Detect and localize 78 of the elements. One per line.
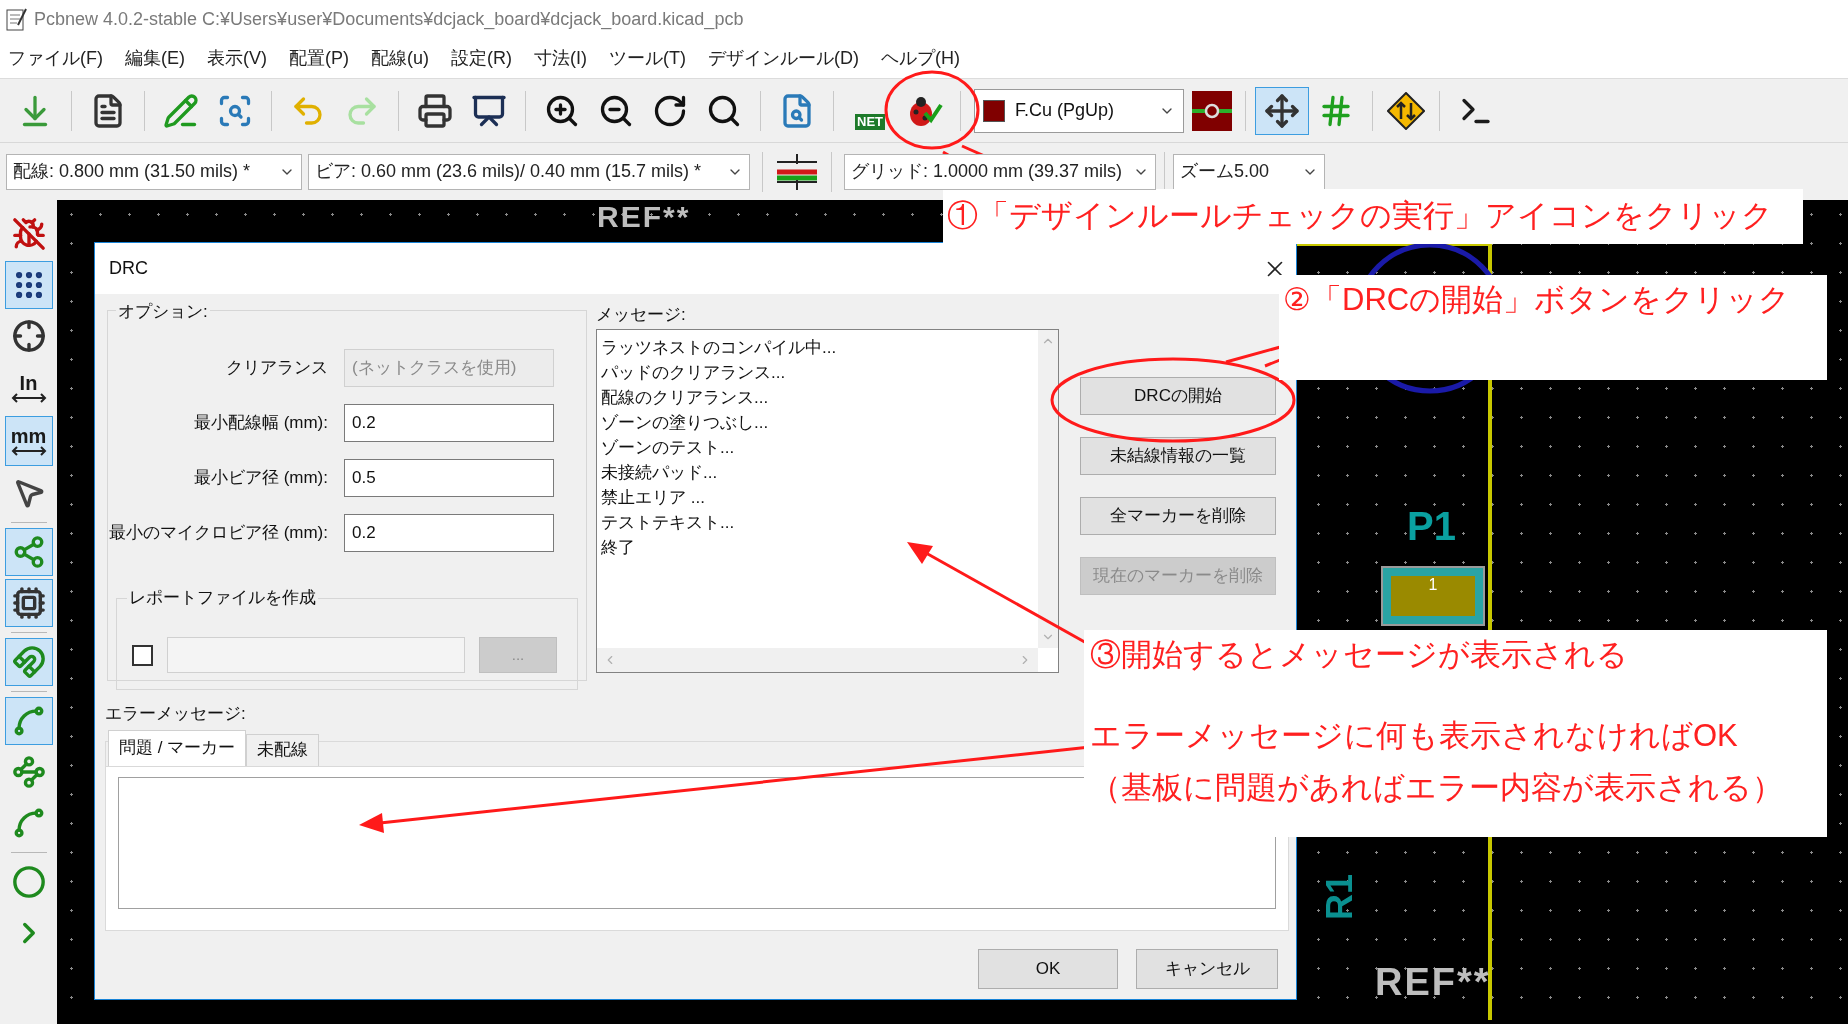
- message-line: ラッツネストのコンパイル中...: [601, 337, 838, 359]
- dialog-button[interactable]: DRCの開始: [1080, 377, 1276, 415]
- component-label: R1: [1318, 874, 1361, 920]
- layer-dropdown[interactable]: F.Cu (PgUp): [974, 88, 1184, 133]
- app-icon: [6, 7, 28, 31]
- dialog-title: DRC: [109, 257, 148, 280]
- messages-label: メッセージ:: [596, 304, 687, 326]
- menu-item[interactable]: ファイル(F): [8, 44, 103, 72]
- tab[interactable]: 未配線: [246, 733, 320, 766]
- cancel-button[interactable]: キャンセル: [1136, 948, 1278, 989]
- message-line: 禁止エリア ...: [601, 487, 706, 509]
- field-label: 最小配線幅 (mm):: [192, 412, 329, 435]
- menu-item[interactable]: 編集(E): [125, 44, 185, 72]
- move-arrows-icon: [1264, 92, 1300, 129]
- layer-name: F.Cu (PgUp): [1015, 99, 1116, 122]
- diamond-arrows-icon: [1387, 91, 1425, 130]
- message-line: ゾーンの塗りつぶし...: [601, 412, 770, 434]
- magnet-icon: [11, 645, 46, 679]
- track-width-dropdown[interactable]: 配線: 0.800 mm (31.50 mils) *: [6, 153, 302, 190]
- message-line: 終了: [601, 537, 636, 559]
- circle-icon: [11, 865, 46, 899]
- annotation-text: （基板に問題があればエラー内容が表示される）: [1090, 769, 1784, 807]
- menu-item[interactable]: ヘルプ(H): [880, 44, 960, 72]
- layer-pair-icon: [1192, 90, 1232, 131]
- pencil-icon: [163, 92, 199, 129]
- annotation-text: ①「デザインルールチェックの実行」アイコンをクリック: [947, 197, 1773, 236]
- units-button[interactable]: mm: [4, 416, 53, 466]
- annotation-text: ③開始するとメッセージが表示される: [1090, 636, 1629, 674]
- move-arrows-button[interactable]: [1255, 86, 1309, 135]
- file-path-field[interactable]: [167, 637, 465, 673]
- bug-off-icon: [11, 217, 46, 251]
- dialog-button[interactable]: 未結線情報の一覧: [1080, 437, 1276, 475]
- field-label: クリアランス: [225, 357, 329, 380]
- track-clearance-icon[interactable]: [775, 151, 819, 192]
- number-field[interactable]: 0.5: [344, 459, 554, 497]
- ratsnest-button[interactable]: [4, 528, 53, 576]
- grid-dropdown[interactable]: グリッド: 1.0000 mm (39.37 mils): [844, 153, 1156, 190]
- double-arrow-icon: [10, 393, 47, 403]
- menu-item[interactable]: 配線(u): [371, 44, 429, 72]
- via-size-dropdown[interactable]: ビア: 0.60 mm (23.6 mils)/ 0.40 mm (15.7 mils) *: [308, 153, 750, 190]
- message-line: ゾーンのテスト...: [601, 437, 736, 459]
- polar-axes-icon: [11, 319, 46, 353]
- track-button[interactable]: [4, 697, 53, 745]
- message-line: パッドのクリアランス...: [601, 362, 787, 384]
- pad-number: 1: [1428, 576, 1438, 594]
- menu-item[interactable]: デザインルール(D): [707, 44, 859, 72]
- field-label: 最小のマイクロビア径 (mm):: [108, 522, 329, 545]
- double-arrow-icon: [10, 446, 47, 456]
- window-title: Pcbnew 4.0.2-stable C:¥Users¥user¥Documents¥dcjack_board¥dcjack_board.kicad_pcb: [34, 7, 744, 32]
- menu-item[interactable]: ツール(T): [609, 44, 686, 72]
- reference-label: REF**: [597, 200, 691, 234]
- menu-item[interactable]: 表示(V): [207, 44, 267, 72]
- message-line: 未接続パッド...: [601, 462, 719, 484]
- menu-item[interactable]: 設定(R): [451, 44, 512, 72]
- chip-button[interactable]: [4, 579, 53, 627]
- netlist-button[interactable]: NET: [843, 86, 897, 135]
- track-outline-icon: [11, 755, 46, 789]
- tab[interactable]: 問題 / マーカー: [108, 729, 247, 766]
- annotation-text: エラーメッセージに何も表示されなければOK: [1090, 716, 1739, 755]
- annotation-text: ②「DRCの開始」ボタンをクリック: [1283, 282, 1791, 317]
- number-field[interactable]: 0.2: [344, 514, 554, 552]
- chip-icon: [11, 586, 46, 620]
- message-line: 配線のクリアランス...: [601, 387, 770, 409]
- message-line: テストテキスト...: [601, 512, 736, 534]
- field-label: 最小ビア径 (mm):: [192, 467, 329, 490]
- number-field[interactable]: 0.2: [344, 404, 554, 442]
- print-icon: [417, 92, 453, 129]
- dialog-button[interactable]: 全マーカーを削除: [1080, 497, 1276, 535]
- magnet-button[interactable]: [4, 638, 53, 686]
- error-messages-label: エラーメッセージ:: [105, 703, 247, 725]
- grid-dots-button[interactable]: [4, 261, 53, 309]
- units-button[interactable]: In: [4, 363, 53, 413]
- ok-button[interactable]: OK: [978, 948, 1118, 989]
- zoom-dropdown[interactable]: ズーム5.00: [1173, 153, 1325, 190]
- menu-item[interactable]: 配置(P): [289, 44, 349, 72]
- report-checkbox[interactable]: [132, 644, 153, 666]
- component-label: P1: [1407, 503, 1456, 550]
- menu-item[interactable]: 寸法(I): [534, 44, 587, 72]
